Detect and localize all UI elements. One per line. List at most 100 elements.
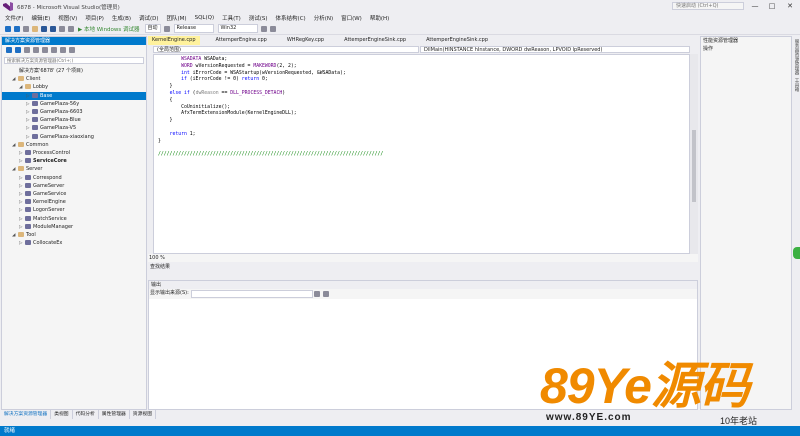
open-file-icon[interactable] (31, 25, 38, 32)
tree-node[interactable]: ◢ Lobby (2, 83, 146, 91)
tree-node[interactable]: ▷ GamePlaza-xiaoxiang (2, 133, 146, 141)
tree-node[interactable]: ▷ GamePlaza-Blue (2, 116, 146, 124)
toolbar-options-icon[interactable] (270, 25, 277, 32)
menu-help[interactable]: 帮助(H) (370, 14, 389, 22)
tree-node[interactable]: ▷ KernelEngine (2, 198, 146, 206)
menu-architecture[interactable]: 体系结构(C) (276, 14, 306, 22)
tree-node[interactable]: ▷ GamePlaza-56y (2, 100, 146, 108)
tree-node[interactable]: ▷ Correspond (2, 174, 146, 182)
menu-debug[interactable]: 调试(D) (139, 14, 159, 22)
tree-node[interactable]: ▷ GamePlaza-6603 (2, 108, 146, 116)
output-source-select[interactable] (190, 289, 313, 298)
code-area[interactable]: WSADATA WSAData; WORD wVersionRequested … (158, 57, 678, 167)
new-project-icon[interactable] (22, 25, 29, 32)
code-line[interactable]: WORD wVersionRequested = MAKEWORD(2, 2); (158, 64, 297, 71)
menu-tools[interactable]: 工具(T) (222, 14, 241, 22)
menu-sql[interactable]: SQL(Q) (195, 15, 215, 21)
code-line[interactable]: else if (dwReason == DLL_PROCESS_DETACH) (158, 91, 286, 98)
editor-scroll-thumb[interactable] (692, 130, 696, 202)
floating-widget-icon[interactable] (793, 247, 800, 259)
code-line[interactable]: } (158, 118, 173, 125)
menu-test[interactable]: 测试(S) (249, 14, 268, 22)
menu-file[interactable]: 文件(F) (5, 14, 23, 22)
minimize-button[interactable]: — (748, 1, 762, 11)
tab-kernelengine-cpp[interactable]: KernelEngine.cpp (148, 36, 200, 45)
menu-build[interactable]: 生成(B) (112, 14, 131, 22)
word-wrap-icon[interactable] (323, 290, 330, 297)
menu-project[interactable]: 项目(P) (85, 14, 104, 22)
code-line[interactable]: return 1; (158, 132, 196, 139)
code-line[interactable]: } (158, 84, 173, 91)
forward-icon[interactable] (14, 47, 21, 53)
code-line[interactable]: WSADATA WSAData; (158, 57, 227, 64)
tree-node[interactable]: ▷ GameServer (2, 182, 146, 190)
tab-whregkey-cpp[interactable]: WHRegKey.cpp (283, 36, 328, 45)
code-editor[interactable]: WSADATA WSAData; WORD wVersionRequested … (153, 54, 690, 254)
undo-icon[interactable] (58, 25, 65, 32)
tree-node[interactable]: 解决方案'6878' (27 个项目) (2, 67, 146, 75)
menu-window[interactable]: 窗口(W) (341, 14, 362, 22)
platform-select[interactable]: Win32 (217, 24, 258, 33)
find-icon[interactable] (261, 25, 268, 32)
code-line[interactable]: { (158, 98, 173, 105)
menu-edit[interactable]: 编辑(E) (31, 14, 50, 22)
save-icon[interactable] (40, 25, 47, 32)
code-line[interactable]: AfxTermExtensionModule(KernelEngineDLL); (158, 111, 297, 118)
tree-node[interactable]: ◢ Tool (2, 231, 146, 239)
collapse-all-icon[interactable] (50, 47, 57, 53)
clear-all-icon[interactable] (314, 290, 321, 297)
solution-search-input[interactable]: 搜索解决方案资源管理器(Ctrl+;) (4, 57, 144, 64)
zoom-level[interactable]: 100 % (149, 255, 165, 261)
code-line[interactable]: if (iErrorCode != 0) return 0; (158, 77, 268, 84)
forward-icon[interactable] (13, 25, 20, 32)
tab-solution-explorer[interactable]: 解决方案资源管理器 (1, 410, 52, 419)
show-all-files-icon[interactable] (59, 47, 66, 53)
tree-node[interactable]: ▷ GameService (2, 190, 146, 198)
tab-attemperenginesink-cpp[interactable]: AttemperEngineSink.cpp (340, 36, 410, 45)
tree-node[interactable]: ▷ MatchService (2, 215, 146, 223)
maximize-button[interactable]: □ (765, 1, 779, 11)
tree-node[interactable]: ▷ Base (2, 91, 146, 100)
scope-select[interactable]: (全局范围) (153, 45, 419, 53)
close-button[interactable]: ✕ (783, 1, 797, 11)
tree-node[interactable]: ◢ Common (2, 141, 146, 149)
menu-team[interactable]: 团队(M) (167, 14, 187, 22)
back-icon[interactable] (5, 47, 12, 53)
tree-node[interactable]: ▷ ProcessControl (2, 149, 146, 157)
tab-property-manager[interactable]: 属性管理器 (99, 410, 130, 419)
actions-menu[interactable]: 操作 (701, 45, 791, 53)
tree-node-label: Lobby (33, 84, 49, 91)
tab-attemperengine-cpp[interactable]: AttemperEngine.cpp (212, 36, 271, 45)
back-icon[interactable] (4, 25, 11, 32)
save-all-icon[interactable] (49, 25, 56, 32)
tab-class-view[interactable]: 类视图 (51, 410, 73, 419)
tab-attemperenginesink-cpp-2[interactable]: AttemperEngineSink.cpp (422, 36, 492, 45)
home-icon[interactable] (23, 47, 30, 53)
tree-node[interactable]: ◢ Server (2, 165, 146, 173)
quick-launch-input[interactable]: 快速启动 (Ctrl+Q) (672, 2, 744, 10)
redo-icon[interactable] (67, 25, 74, 32)
code-token: == (218, 91, 231, 96)
code-line[interactable]: ////////////////////////////////////////… (158, 152, 383, 159)
tree-node[interactable]: ▷ ServiceCore (2, 157, 146, 165)
function-select[interactable]: DllMain(HINSTANCE hInstance, DWORD dwRea… (420, 45, 690, 53)
properties-icon[interactable] (68, 47, 75, 53)
menu-analyze[interactable]: 分析(N) (314, 14, 333, 22)
tree-node[interactable]: ▷ CollocateEx (2, 239, 146, 247)
tab-code-analysis[interactable]: 代码分析 (73, 410, 99, 419)
server-explorer-tab[interactable]: 服务器资源管理器 (793, 39, 799, 75)
start-debugging-button[interactable]: ▶ 本地 Windows 调试器 (78, 25, 140, 33)
toolbox-tab[interactable]: 工具箱 (793, 78, 799, 92)
tree-node[interactable]: ▷ LogonServer (2, 206, 146, 214)
code-line[interactable]: } (158, 139, 161, 146)
menu-view[interactable]: 视图(V) (58, 14, 77, 22)
tab-resource-view[interactable]: 资源视图 (130, 410, 156, 419)
debug-mode-select[interactable]: 自动 (144, 24, 161, 33)
tree-node[interactable]: ◢ Client (2, 75, 146, 83)
configuration-select[interactable]: Release (173, 24, 214, 33)
tree-node[interactable]: ▷ ModuleManager (2, 223, 146, 231)
sync-icon[interactable] (32, 47, 39, 53)
tree-node[interactable]: ▷ GamePlaza-V5 (2, 124, 146, 132)
refresh-icon[interactable] (41, 47, 48, 53)
